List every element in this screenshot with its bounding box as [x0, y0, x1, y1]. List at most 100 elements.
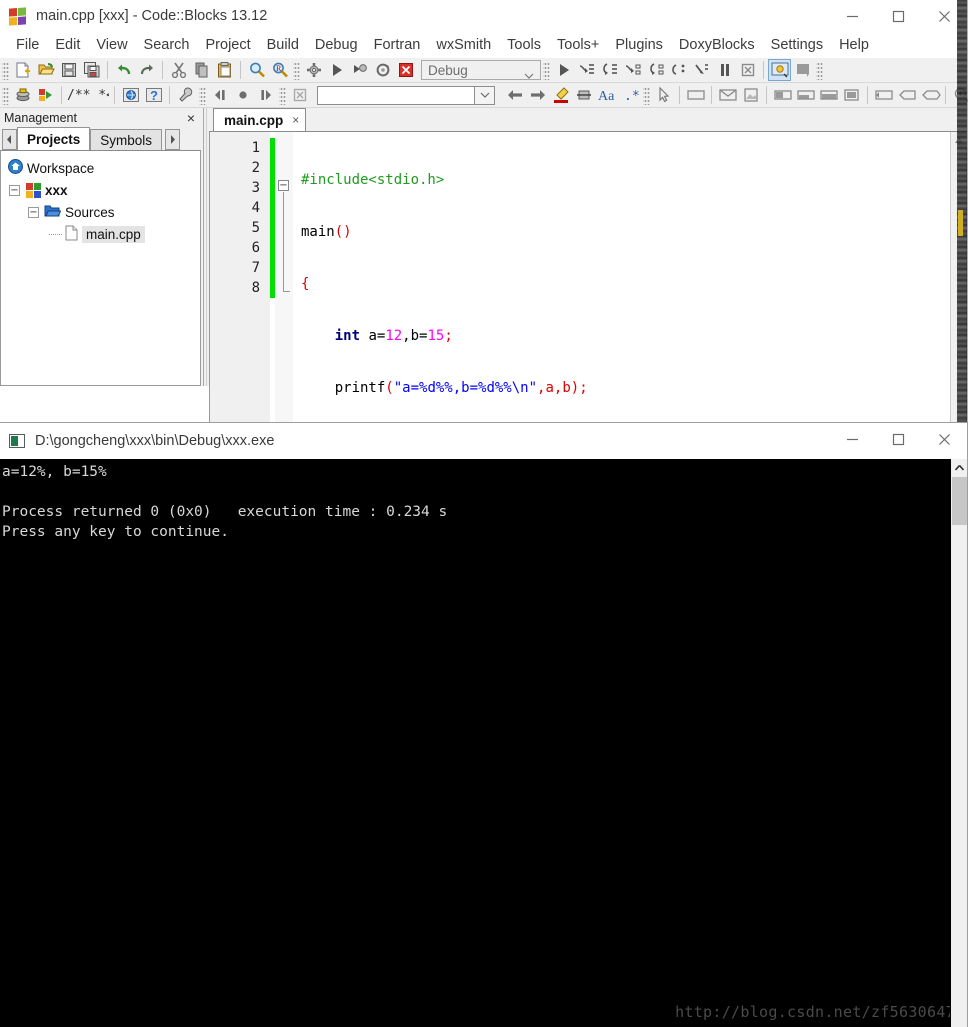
menu-tools[interactable]: Tools: [499, 37, 549, 53]
find-icon[interactable]: [245, 59, 268, 81]
tabs-scroll-left-icon[interactable]: [2, 129, 17, 150]
editor-tab-main-cpp[interactable]: main.cpp ×: [213, 108, 307, 131]
cut-icon[interactable]: [167, 59, 190, 81]
next-line-icon[interactable]: [575, 59, 598, 81]
collapse-toggle-folder[interactable]: −: [28, 206, 39, 218]
build-and-run-icon[interactable]: [348, 59, 371, 81]
maximize-button[interactable]: [875, 423, 921, 455]
panel-splitter[interactable]: [201, 108, 209, 386]
menu-project[interactable]: Project: [198, 37, 259, 53]
highlight-icon[interactable]: [549, 84, 572, 106]
run-icon[interactable]: [325, 59, 348, 81]
close-icon[interactable]: ×: [292, 113, 299, 127]
insert-column-icon[interactable]: [572, 84, 595, 106]
undo-icon[interactable]: [112, 59, 135, 81]
redo-icon[interactable]: [135, 59, 158, 81]
menu-view[interactable]: View: [88, 37, 135, 53]
tabs-scroll-right-icon[interactable]: [165, 129, 181, 150]
toolbar-grip[interactable]: [279, 85, 286, 105]
tab-projects[interactable]: Projects: [17, 127, 91, 150]
menu-search[interactable]: Search: [136, 37, 198, 53]
toolbar-grip[interactable]: [199, 85, 206, 105]
rebuild-icon[interactable]: [371, 59, 394, 81]
replace-icon[interactable]: R: [268, 59, 291, 81]
open-file-icon[interactable]: [34, 59, 57, 81]
collapse-toggle-project[interactable]: −: [9, 184, 20, 196]
panel-icon[interactable]: [684, 84, 707, 106]
menu-wxsmith[interactable]: wxSmith: [428, 37, 499, 53]
menu-fortran[interactable]: Fortran: [366, 37, 429, 53]
abort-icon[interactable]: [394, 59, 417, 81]
build-target-combobox[interactable]: Debug: [421, 60, 541, 80]
doxyblocks-help-icon[interactable]: ?: [142, 84, 165, 106]
envelope-icon[interactable]: [716, 84, 739, 106]
jump-back-icon[interactable]: [503, 84, 526, 106]
align-left-icon[interactable]: [771, 84, 794, 106]
menu-doxyblocks[interactable]: DoxyBlocks: [671, 37, 763, 53]
align-center-icon[interactable]: [817, 84, 840, 106]
step-out-icon[interactable]: [667, 59, 690, 81]
toolbar-grip[interactable]: [2, 60, 9, 80]
menu-build[interactable]: Build: [259, 37, 307, 53]
new-file-icon[interactable]: [11, 59, 34, 81]
save-icon[interactable]: [57, 59, 80, 81]
fold-collapse-icon[interactable]: −: [278, 180, 289, 191]
tree-node-workspace[interactable]: Workspace: [1, 157, 200, 179]
menu-debug[interactable]: Debug: [307, 37, 366, 53]
toolbar-grip[interactable]: [543, 60, 550, 80]
debug-continue-icon[interactable]: [552, 59, 575, 81]
close-icon[interactable]: ×: [187, 110, 198, 126]
font-case-icon[interactable]: Aa: [595, 84, 618, 106]
stop-debugger-icon[interactable]: [736, 59, 759, 81]
toolbar-grip[interactable]: [293, 60, 300, 80]
symbol-search-dropdown-button[interactable]: [475, 85, 495, 105]
clear-marks-icon[interactable]: [288, 84, 311, 106]
back-icon[interactable]: [208, 84, 231, 106]
forward-icon[interactable]: [254, 84, 277, 106]
toolbar-grip[interactable]: [643, 85, 650, 105]
pointer-icon[interactable]: [652, 84, 675, 106]
pause-debugger-icon[interactable]: [713, 59, 736, 81]
jump-forward-icon[interactable]: [526, 84, 549, 106]
tree-node-project[interactable]: − xxx: [1, 179, 200, 201]
console-output-area[interactable]: a=12%, b=15% Process returned 0 (0x0) ex…: [0, 459, 967, 1027]
toolbar-grip[interactable]: [2, 85, 9, 105]
symbol-search-input[interactable]: [317, 85, 475, 105]
stop-mark-icon[interactable]: [231, 84, 254, 106]
paste-icon[interactable]: [213, 59, 236, 81]
expand-icon[interactable]: [872, 84, 895, 106]
maximize-button[interactable]: [875, 0, 921, 32]
console-scrollbar-thumb[interactable]: [952, 477, 967, 525]
doxyblocks-config-icon[interactable]: [174, 84, 197, 106]
doxyblocks-run-icon[interactable]: [119, 84, 142, 106]
image-icon[interactable]: [739, 84, 762, 106]
build-icon[interactable]: [302, 59, 325, 81]
close-button[interactable]: [921, 423, 967, 455]
align-right-icon[interactable]: [794, 84, 817, 106]
copy-icon[interactable]: [190, 59, 213, 81]
compile-and-run-icon[interactable]: [34, 84, 57, 106]
shrink-left-icon[interactable]: [895, 84, 918, 106]
compile-icon[interactable]: [11, 84, 34, 106]
regex-icon[interactable]: .*: [618, 84, 641, 106]
next-instruction-icon[interactable]: [621, 59, 644, 81]
menu-edit[interactable]: Edit: [47, 37, 88, 53]
menu-file[interactable]: File: [8, 37, 47, 53]
minimize-button[interactable]: [829, 423, 875, 455]
various-info-icon[interactable]: [791, 59, 814, 81]
fill-icon[interactable]: [840, 84, 863, 106]
debugging-windows-icon[interactable]: [768, 59, 791, 81]
break-debugger-icon[interactable]: [690, 59, 713, 81]
shrink-right-icon[interactable]: [918, 84, 941, 106]
tree-node-file[interactable]: main.cpp: [1, 223, 200, 245]
menu-plugins[interactable]: Plugins: [607, 37, 671, 53]
doxyblocks-comment-icon[interactable]: /** *<: [66, 84, 110, 106]
tab-symbols[interactable]: Symbols: [90, 129, 163, 150]
minimize-button[interactable]: [829, 0, 875, 32]
menu-settings[interactable]: Settings: [763, 37, 831, 53]
step-into-icon[interactable]: [598, 59, 621, 81]
console-vertical-scrollbar[interactable]: [950, 459, 967, 1027]
step-into-instruction-icon[interactable]: [644, 59, 667, 81]
menu-tools-plus[interactable]: Tools+: [549, 37, 607, 53]
scroll-up-icon[interactable]: [951, 459, 967, 476]
